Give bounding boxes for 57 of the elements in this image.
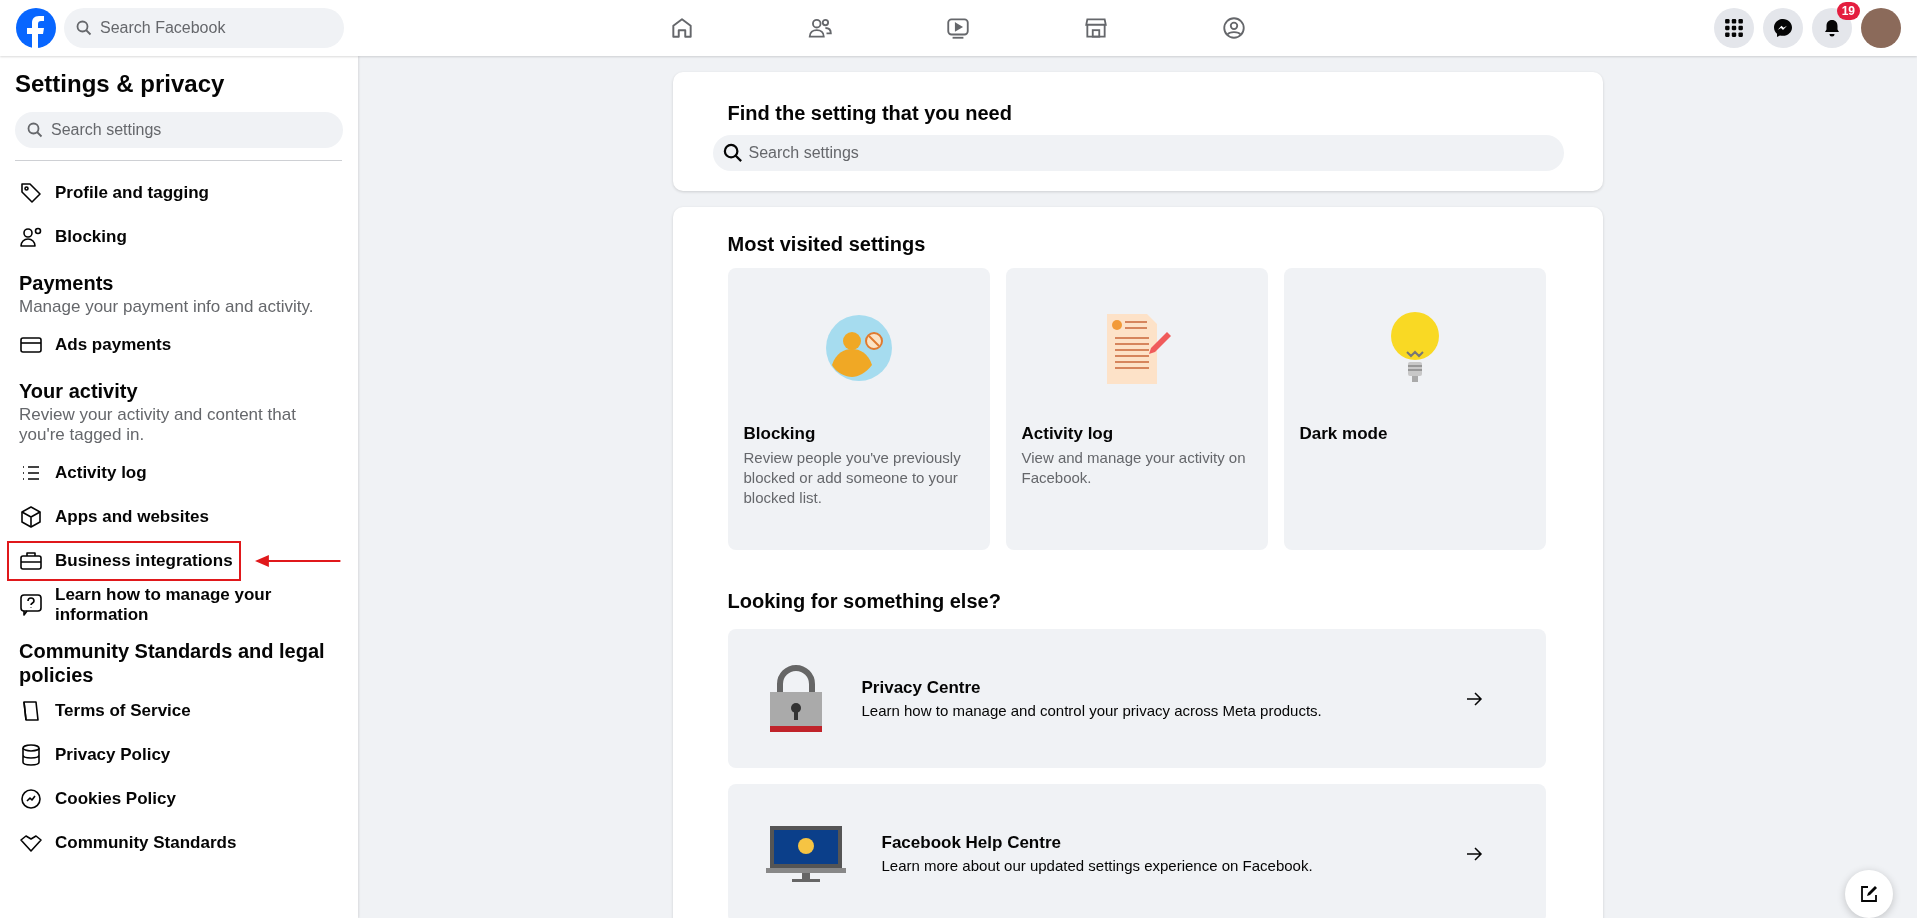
sidebar-item[interactable]: Learn how to manage your information: [15, 583, 342, 627]
block-person-icon: [19, 225, 43, 249]
sidebar-item[interactable]: Community Standards: [15, 821, 241, 865]
sidebar-item[interactable]: Terms of Service: [15, 689, 195, 733]
section-description: Review your activity and content that you're tagged in.: [19, 405, 297, 445]
settings-tile[interactable]: Dark mode: [1283, 268, 1546, 550]
sidebar-item[interactable]: Business integrations: [9, 543, 239, 579]
search-field[interactable]: Search settings: [712, 135, 1564, 171]
card-title: Find the setting that you need: [727, 102, 1013, 125]
link-description: Learn how to manage and control your privacy across Meta products.: [861, 702, 1323, 719]
section-description: Manage your payment info and activity.: [19, 297, 315, 317]
settings-tile[interactable]: Blocking Review people you've previously blocked or add someone to your blocked list.: [727, 268, 990, 550]
logo-icon[interactable]: [16, 8, 56, 48]
person-circle-icon: [1220, 15, 1247, 41]
sidebar-item[interactable]: Activity log: [15, 451, 151, 495]
briefcase-icon: [19, 549, 43, 573]
video-icon: [944, 15, 971, 41]
cube-icon: [19, 505, 43, 529]
question-icon: [19, 593, 43, 617]
menu-button[interactable]: [1714, 8, 1754, 48]
section-heading: Your activity: [19, 379, 139, 403]
sidebar-item[interactable]: Cookies Policy: [15, 777, 180, 821]
section-heading: Community Standards and legal policies: [19, 639, 326, 687]
sidebar-item[interactable]: Privacy Policy: [15, 733, 175, 777]
settings-tile[interactable]: Activity log View and manage your activity on Facebook.: [1005, 268, 1268, 550]
search-field[interactable]: Search settings: [15, 112, 343, 148]
bell-icon: [1822, 18, 1842, 38]
link-description: Learn more about our updated settings experience on Facebook.: [881, 857, 1314, 874]
tile-description: View and manage your activity on Facebook.: [1021, 448, 1247, 488]
compose-button[interactable]: [1845, 870, 1893, 918]
tag-icon: [19, 181, 43, 205]
messenger-icon: [1773, 18, 1793, 38]
notification-badge: 19: [1836, 2, 1860, 20]
search-field[interactable]: Search Facebook: [64, 8, 344, 48]
link-row[interactable]: Privacy Centre Learn how to manage and control your privacy across Meta products.: [727, 629, 1546, 768]
tile-title: Activity log: [1021, 424, 1115, 444]
grid-icon: [1724, 18, 1744, 38]
store-icon: [1082, 15, 1109, 41]
section-heading: Payments: [19, 271, 115, 295]
sidebar-item[interactable]: Apps and websites: [15, 495, 213, 539]
tile-title: Blocking: [743, 424, 817, 444]
sidebar-title: Settings & privacy: [15, 70, 226, 98]
link-title: Privacy Centre: [861, 678, 982, 698]
database-icon: [19, 743, 43, 767]
edit-icon: [1859, 884, 1879, 904]
section-title: Looking for something else?: [727, 590, 1002, 613]
link-title: Facebook Help Centre: [881, 833, 1062, 853]
sidebar-item[interactable]: Profile and tagging: [15, 171, 213, 215]
messenger-button[interactable]: [1763, 8, 1803, 48]
tile-title: Dark mode: [1299, 424, 1389, 444]
tile-description: Review people you've previously blocked or add someone to your blocked list.: [743, 448, 962, 508]
avatar[interactable]: [1861, 8, 1901, 48]
section-title: Most visited settings: [727, 233, 927, 256]
link-row[interactable]: Facebook Help Centre Learn more about our updated settings experience on Facebook.: [727, 784, 1546, 918]
sidebar-item[interactable]: Blocking: [15, 215, 131, 259]
sidebar-item[interactable]: Ads payments: [15, 323, 176, 367]
blocked-person-drawing: [823, 313, 894, 383]
